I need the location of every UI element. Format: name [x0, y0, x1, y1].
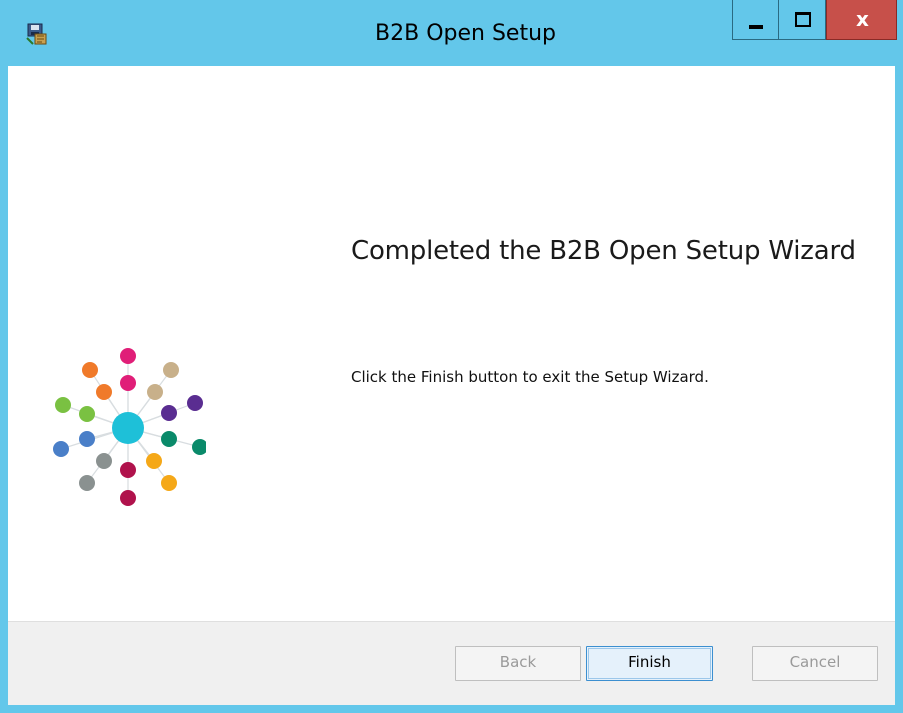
finish-button-label: Finish [628, 653, 671, 671]
hub-node-center [112, 412, 144, 444]
close-button[interactable]: x [826, 0, 897, 40]
hub-node [82, 362, 98, 378]
wizard-message: Click the Finish button to exit the Setu… [351, 368, 709, 386]
back-button[interactable]: Back [455, 646, 581, 681]
minimize-button[interactable] [732, 0, 779, 40]
hub-node [161, 475, 177, 491]
hub-node [96, 384, 112, 400]
wizard-heading: Completed the B2B Open Setup Wizard [351, 236, 856, 266]
hub-node [79, 475, 95, 491]
hub-node [161, 431, 177, 447]
hub-node [161, 405, 177, 421]
hub-node [163, 362, 179, 378]
wizard-content: Completed the B2B Open Setup Wizard Clic… [8, 66, 895, 621]
hub-node [79, 431, 95, 447]
setup-window: B2B Open Setup x Completed the B2B Open … [0, 0, 903, 713]
maximize-icon [795, 12, 811, 27]
hub-node [147, 384, 163, 400]
finish-button[interactable]: Finish [586, 646, 713, 681]
hub-node [146, 453, 162, 469]
hub-node [79, 406, 95, 422]
hub-node [120, 375, 136, 391]
hub-node [192, 439, 206, 455]
hub-node [96, 453, 112, 469]
hub-node [53, 441, 69, 457]
title-bar[interactable]: B2B Open Setup x [0, 0, 903, 66]
hub-node [187, 395, 203, 411]
maximize-button[interactable] [779, 0, 826, 40]
hub-node [120, 462, 136, 478]
minimize-icon [749, 25, 763, 29]
wizard-footer: Back Finish Cancel [8, 621, 895, 705]
hub-network-logo [53, 348, 206, 506]
close-icon: x [856, 7, 869, 31]
cancel-button[interactable]: Cancel [752, 646, 878, 681]
hub-node [55, 397, 71, 413]
hub-node [120, 490, 136, 506]
hub-node [120, 348, 136, 364]
window-bottom-border [0, 705, 903, 713]
